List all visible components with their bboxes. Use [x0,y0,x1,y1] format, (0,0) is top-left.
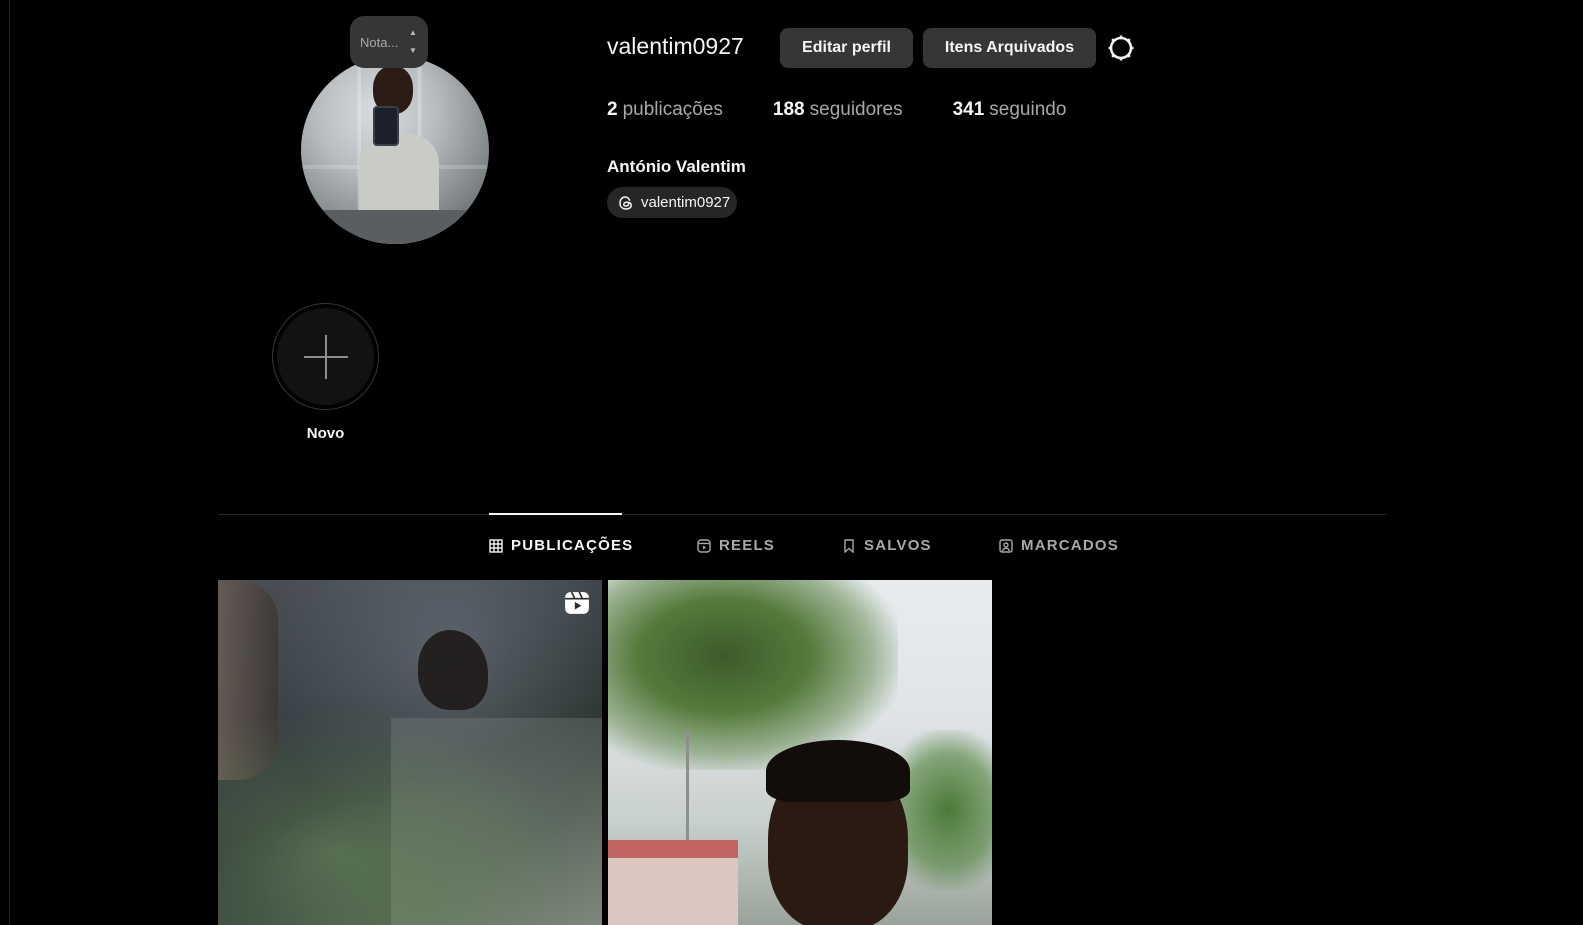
archived-items-button[interactable]: Itens Arquivados [923,28,1096,68]
tab-marcados[interactable]: MARCADOS [999,537,1119,554]
stat-following[interactable]: 341 seguindo [953,99,1067,121]
tab-salvos-label: SALVOS [864,537,932,554]
stat-posts-label: publicações [622,99,723,120]
post-1-bird [418,630,488,710]
note-stepper-icon: ▲ ▼ [409,28,417,55]
post-1-grass [218,685,602,925]
tab-marcados-label: MARCADOS [1021,537,1119,554]
note-placeholder: Nota... [360,34,399,50]
reel-badge-icon [565,591,589,614]
active-tab-indicator [489,513,622,515]
avatar-photo-floor [301,210,489,244]
avatar-photo-phone [373,106,399,146]
stat-posts-count: 2 [607,99,618,120]
plus-icon [303,334,348,379]
new-highlight-label: Novo [306,425,345,442]
note-bubble[interactable]: Nota... ▲ ▼ [350,16,428,68]
profile-username: valentim0927 [607,33,744,59]
profile-full-name: António Valentim [607,157,746,176]
stat-followers[interactable]: 188 seguidores [773,99,903,121]
tab-publicacoes[interactable]: PUBLICAÇÕES [489,537,633,554]
post-2-building [608,840,738,925]
post-2-person-hair [766,740,910,802]
bookmark-icon [844,538,854,553]
tagged-icon [999,538,1013,553]
profile-stats: 2 publicações 188 seguidores 341 seguindo [607,99,1066,121]
threads-link[interactable]: valentim0927 [607,187,737,218]
post-thumbnail-1[interactable] [218,580,602,925]
threads-handle: valentim0927 [641,194,731,211]
profile-page: Nota... ▲ ▼ valentim0927 Editar perfil It… [0,0,1583,925]
threads-icon [619,195,633,210]
post-thumbnail-2[interactable] [608,580,992,925]
grid-icon [489,538,503,553]
edit-profile-button[interactable]: Editar perfil [780,28,913,68]
stat-following-label: seguindo [989,99,1067,120]
tab-publicacoes-label: PUBLICAÇÕES [511,537,634,554]
stat-posts: 2 publicações [607,99,723,121]
stat-following-count: 341 [952,99,985,120]
profile-avatar[interactable] [301,56,489,244]
tab-salvos[interactable]: SALVOS [842,537,932,554]
reels-icon [697,538,711,553]
tab-reels[interactable]: REELS [697,537,775,554]
stat-followers-count: 188 [772,99,805,120]
tab-reels-label: REELS [719,537,776,554]
stat-followers-label: seguidores [809,99,903,120]
left-navigation-rail [0,0,10,925]
new-highlight-circle [277,308,374,405]
tabs-divider [218,514,1387,515]
settings-gear-icon[interactable] [1106,33,1136,63]
new-highlight-button[interactable] [272,303,379,410]
